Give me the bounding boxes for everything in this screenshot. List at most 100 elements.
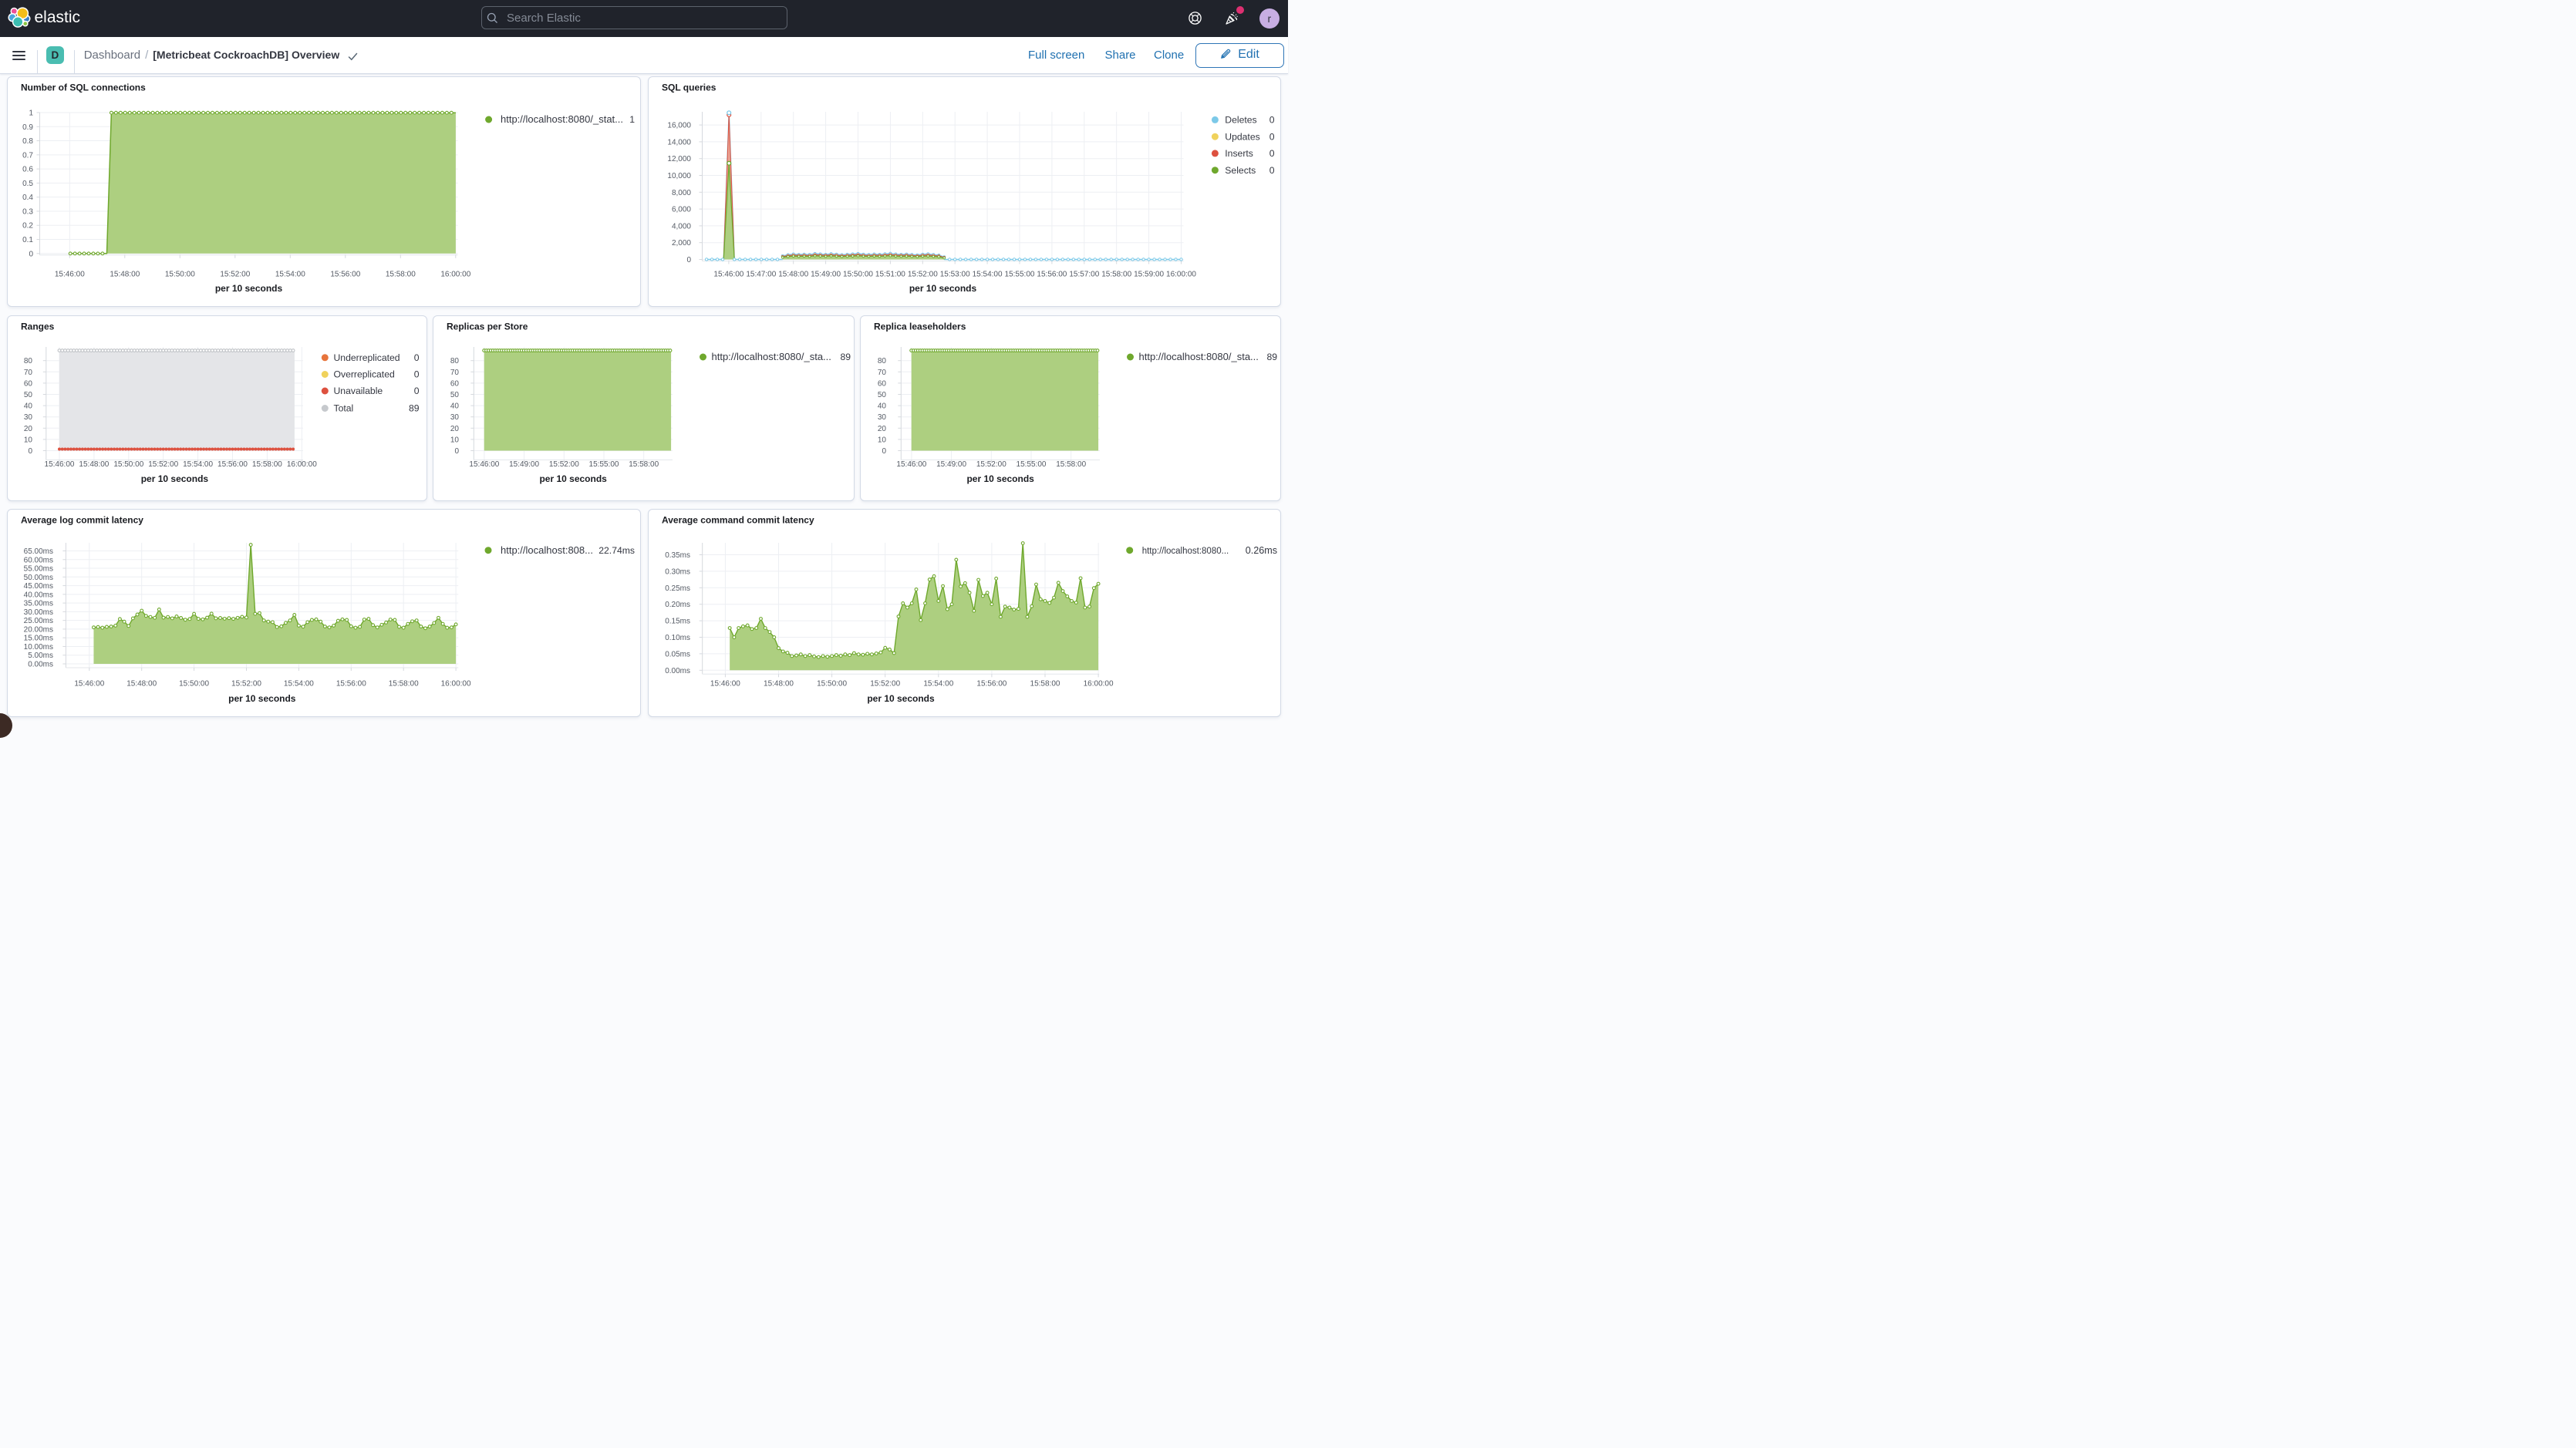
svg-text:0.15ms: 0.15ms [665, 618, 690, 626]
svg-text:5.00ms: 5.00ms [28, 652, 53, 660]
svg-text:Inserts: Inserts [1225, 148, 1253, 159]
svg-text:10,000: 10,000 [667, 172, 691, 180]
svg-text:per 10 seconds: per 10 seconds [966, 473, 1034, 484]
svg-text:0: 0 [686, 256, 691, 264]
svg-text:15:58:00: 15:58:00 [629, 460, 659, 469]
svg-text:30.00ms: 30.00ms [24, 608, 53, 617]
svg-text:60: 60 [878, 379, 887, 388]
svg-text:15:58:00: 15:58:00 [1101, 271, 1131, 279]
svg-text:0.8: 0.8 [22, 137, 33, 146]
svg-text:Selects: Selects [1225, 165, 1256, 176]
svg-text:15.00ms: 15.00ms [24, 635, 53, 643]
svg-text:15:48:00: 15:48:00 [126, 680, 157, 689]
svg-text:Unavailable: Unavailable [334, 386, 383, 396]
svg-text:15:54:00: 15:54:00 [284, 680, 314, 689]
svg-text:16:00:00: 16:00:00 [287, 460, 317, 469]
svg-text:Average log commit latency: Average log commit latency [21, 515, 143, 526]
svg-text:15:50:00: 15:50:00 [113, 460, 143, 469]
svg-text:15:49:00: 15:49:00 [509, 460, 539, 469]
svg-text:16:00:00: 16:00:00 [1083, 680, 1113, 689]
svg-text:15:48:00: 15:48:00 [79, 460, 109, 469]
svg-text:65.00ms: 65.00ms [24, 547, 53, 556]
svg-text:40.00ms: 40.00ms [24, 591, 53, 599]
svg-text:15:58:00: 15:58:00 [1030, 680, 1060, 689]
svg-text:Deletes: Deletes [1225, 115, 1256, 126]
svg-text:40: 40 [24, 402, 33, 410]
svg-text:15:54:00: 15:54:00 [275, 271, 305, 279]
svg-text:50.00ms: 50.00ms [24, 574, 53, 582]
svg-text:Number of SQL connections: Number of SQL connections [21, 83, 146, 93]
svg-text:0.3: 0.3 [22, 207, 33, 216]
svg-text:1: 1 [29, 109, 33, 118]
svg-text:16:00:00: 16:00:00 [1166, 271, 1196, 279]
svg-text:0: 0 [1269, 165, 1274, 176]
svg-text:15:52:00: 15:52:00 [148, 460, 178, 469]
svg-text:0: 0 [414, 369, 420, 379]
svg-text:15:58:00: 15:58:00 [386, 271, 416, 279]
svg-text:15:46:00: 15:46:00 [74, 680, 104, 689]
svg-text:15:46:00: 15:46:00 [45, 460, 75, 469]
svg-text:15:54:00: 15:54:00 [923, 680, 953, 689]
svg-text:0: 0 [1269, 131, 1274, 142]
svg-text:20.00ms: 20.00ms [24, 625, 53, 634]
svg-text:15:46:00: 15:46:00 [896, 460, 926, 469]
svg-text:0: 0 [1269, 115, 1274, 126]
svg-text:15:58:00: 15:58:00 [389, 680, 419, 689]
svg-text:per 10 seconds: per 10 seconds [141, 473, 209, 484]
svg-text:http://localhost:808...: http://localhost:808... [501, 544, 593, 556]
svg-text:15:56:00: 15:56:00 [217, 460, 248, 469]
svg-text:60.00ms: 60.00ms [24, 556, 53, 564]
svg-text:70: 70 [450, 368, 459, 376]
svg-text:30: 30 [878, 413, 887, 422]
svg-text:15:49:00: 15:49:00 [811, 271, 841, 279]
svg-text:15:52:00: 15:52:00 [907, 271, 937, 279]
svg-text:25.00ms: 25.00ms [24, 617, 53, 625]
svg-text:10: 10 [450, 436, 459, 444]
svg-text:Underreplicated: Underreplicated [334, 352, 400, 363]
svg-text:22.74ms: 22.74ms [598, 545, 635, 556]
svg-text:0: 0 [414, 352, 420, 363]
svg-text:15:52:00: 15:52:00 [870, 680, 900, 689]
svg-text:55.00ms: 55.00ms [24, 565, 53, 574]
svg-text:20: 20 [24, 424, 33, 433]
svg-text:15:48:00: 15:48:00 [764, 680, 794, 689]
svg-text:70: 70 [24, 368, 33, 376]
svg-text:15:55:00: 15:55:00 [1004, 271, 1034, 279]
svg-text:80: 80 [450, 357, 459, 365]
svg-text:70: 70 [878, 368, 887, 376]
svg-text:6,000: 6,000 [671, 206, 690, 214]
svg-text:0.10ms: 0.10ms [665, 634, 690, 642]
svg-text:15:50:00: 15:50:00 [843, 271, 873, 279]
svg-text:15:53:00: 15:53:00 [939, 271, 969, 279]
svg-text:40: 40 [878, 402, 887, 410]
svg-text:0.20ms: 0.20ms [665, 601, 690, 609]
svg-text:15:52:00: 15:52:00 [976, 460, 1006, 469]
svg-text:0.4: 0.4 [22, 194, 33, 202]
svg-text:2,000: 2,000 [671, 239, 690, 248]
svg-text:0.05ms: 0.05ms [665, 650, 690, 658]
svg-text:50: 50 [24, 391, 33, 399]
svg-text:0: 0 [1269, 148, 1274, 159]
svg-text:Replica leaseholders: Replica leaseholders [874, 321, 966, 332]
svg-text:per 10 seconds: per 10 seconds [215, 283, 283, 294]
svg-text:Replicas per Store: Replicas per Store [447, 321, 528, 332]
svg-text:0.30ms: 0.30ms [665, 567, 690, 576]
svg-text:per 10 seconds: per 10 seconds [228, 693, 296, 704]
svg-text:60: 60 [24, 379, 33, 388]
svg-text:15:46:00: 15:46:00 [469, 460, 499, 469]
svg-text:http://localhost:8080/_stat...: http://localhost:8080/_stat... [501, 113, 623, 125]
svg-text:8,000: 8,000 [671, 189, 690, 197]
svg-text:0.7: 0.7 [22, 151, 33, 160]
svg-text:15:48:00: 15:48:00 [110, 271, 140, 279]
svg-text:16,000: 16,000 [667, 122, 691, 130]
svg-text:10: 10 [878, 436, 887, 444]
svg-text:80: 80 [878, 357, 887, 365]
svg-text:15:46:00: 15:46:00 [713, 271, 743, 279]
svg-text:16:00:00: 16:00:00 [441, 680, 471, 689]
svg-text:0.2: 0.2 [22, 222, 33, 231]
svg-text:0.26ms: 0.26ms [1245, 545, 1276, 556]
svg-text:60: 60 [450, 379, 459, 388]
svg-text:45.00ms: 45.00ms [24, 582, 53, 591]
svg-text:0.00ms: 0.00ms [28, 661, 53, 669]
svg-text:0: 0 [28, 447, 32, 456]
